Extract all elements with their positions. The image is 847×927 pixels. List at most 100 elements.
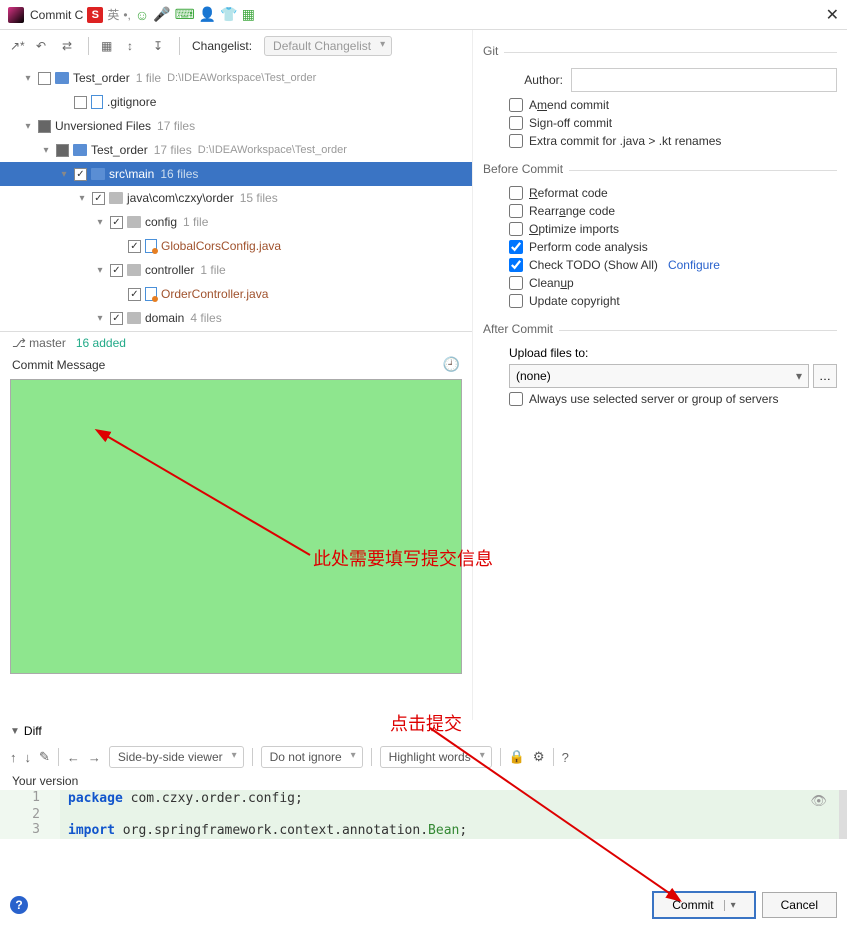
commit-button[interactable]: Commit▾: [652, 891, 755, 919]
tree-file[interactable]: .gitignore: [0, 90, 472, 114]
highlight-select[interactable]: Highlight words: [380, 746, 492, 768]
extra-kt-label: Extra commit for .java > .kt renames: [529, 134, 721, 148]
titlebar: Commit C S 英 •, ☺ 🎤 ⌨ 👤 👕 ▦ ✕: [0, 0, 847, 30]
tree-file[interactable]: GlobalCorsConfig.java: [0, 234, 472, 258]
added-count: 16 added: [76, 336, 126, 350]
refresh-icon[interactable]: ↗*: [10, 39, 24, 53]
tree-folder[interactable]: ▾domain4 files: [0, 306, 472, 330]
analysis-label: Perform code analysis: [529, 240, 648, 254]
tree-checkbox[interactable]: [38, 120, 51, 133]
analysis-checkbox[interactable]: [509, 240, 523, 254]
prev-change-icon[interactable]: ↑: [10, 750, 17, 765]
ime-toolbar: S 英 •, ☺ 🎤 ⌨ 👤 👕 ▦: [87, 6, 255, 23]
edit-icon[interactable]: ✎: [39, 749, 50, 765]
diff-toolbar: ↑ ↓ ✎ ← → Side-by-side viewer Do not ign…: [0, 742, 847, 772]
tree-item-name: GlobalCorsConfig.java: [161, 239, 281, 253]
todo-checkbox[interactable]: [509, 258, 523, 272]
history-icon[interactable]: 🕘: [443, 356, 460, 373]
folder-icon: [127, 216, 141, 228]
nav-fwd-icon[interactable]: →: [88, 750, 101, 765]
expand-icon[interactable]: ▾: [94, 313, 106, 324]
tree-folder[interactable]: ▾Unversioned Files17 files: [0, 114, 472, 138]
upload-select[interactable]: (none): [509, 364, 809, 388]
tree-file[interactable]: OrderController.java: [0, 282, 472, 306]
ime-keyboard-icon: ⌨: [175, 6, 195, 23]
configure-link[interactable]: Configure: [668, 258, 720, 272]
diff-icon[interactable]: ⇄: [62, 39, 76, 53]
signoff-label: Sign-off commit: [529, 116, 612, 130]
eye-icon[interactable]: 👁: [810, 794, 827, 809]
cleanup-checkbox[interactable]: [509, 276, 523, 290]
help-button[interactable]: ?: [10, 896, 28, 914]
rearrange-checkbox[interactable]: [509, 204, 523, 218]
ime-punct-icon: •,: [123, 8, 131, 22]
commit-message-label: Commit Message: [12, 358, 105, 372]
tree-folder[interactable]: ▾controller1 file: [0, 258, 472, 282]
changes-tree[interactable]: ▾Test_order1 fileD:\IDEAWorkspace\Test_o…: [0, 62, 472, 332]
tree-checkbox[interactable]: [128, 288, 141, 301]
folder-icon: [109, 192, 123, 204]
expand-icon[interactable]: ▾: [22, 121, 34, 132]
tree-item-name: Test_order: [73, 71, 130, 85]
expand-icon[interactable]: ▾: [58, 169, 70, 180]
expand-icon[interactable]: ▾: [22, 73, 34, 84]
file-icon: [145, 239, 157, 253]
tree-checkbox[interactable]: [110, 216, 123, 229]
tree-item-count: 1 file: [200, 263, 225, 277]
tree-checkbox[interactable]: [74, 168, 87, 181]
tree-checkbox[interactable]: [38, 72, 51, 85]
expand-icon[interactable]: ▾: [94, 265, 106, 276]
tree-folder[interactable]: ▾src\main16 files: [0, 162, 472, 186]
extra-kt-checkbox[interactable]: [509, 134, 523, 148]
commit-message-textarea[interactable]: [10, 379, 462, 674]
upload-browse-button[interactable]: …: [813, 364, 837, 388]
tree-folder[interactable]: ▾Test_order17 filesD:\IDEAWorkspace\Test…: [0, 138, 472, 162]
author-input[interactable]: [571, 68, 837, 92]
group-icon[interactable]: ▦: [101, 39, 115, 53]
tree-checkbox[interactable]: [110, 264, 123, 277]
diff-header[interactable]: ▼ Diff: [0, 720, 847, 742]
nav-back-icon[interactable]: ←: [67, 750, 80, 765]
next-change-icon[interactable]: ↓: [25, 750, 32, 765]
ignore-select[interactable]: Do not ignore: [261, 746, 363, 768]
line-number: 2: [0, 807, 60, 822]
always-server-checkbox[interactable]: [509, 392, 523, 406]
tree-checkbox[interactable]: [56, 144, 69, 157]
copyright-checkbox[interactable]: [509, 294, 523, 308]
reformat-checkbox[interactable]: [509, 186, 523, 200]
before-commit-section-label: Before Commit: [483, 162, 837, 178]
tree-checkbox[interactable]: [92, 192, 105, 205]
commit-dropdown-icon[interactable]: ▾: [724, 900, 736, 911]
changes-toolbar: ↗* ↶ ⇄ ▦ ↕ ↧ Changelist: Default Changel…: [0, 30, 472, 62]
todo-label: Check TODO (Show All): [529, 258, 658, 272]
expand-icon[interactable]: ▾: [76, 193, 88, 204]
expand-icon[interactable]: ▾: [40, 145, 52, 156]
diff-collapse-icon[interactable]: ▼: [10, 726, 20, 737]
expand-icon[interactable]: ▾: [94, 217, 106, 228]
tree-item-count: 1 file: [183, 215, 208, 229]
optimize-checkbox[interactable]: [509, 222, 523, 236]
cancel-button[interactable]: Cancel: [762, 892, 837, 918]
rollback-icon[interactable]: ↶: [36, 39, 50, 53]
your-version-label: Your version: [0, 772, 847, 790]
close-button[interactable]: ✕: [826, 5, 839, 25]
collapse-icon[interactable]: ↧: [153, 39, 167, 53]
diff-help-icon[interactable]: ?: [562, 750, 569, 765]
code-viewer[interactable]: 👁 1package com.czxy.order.config;23impor…: [0, 790, 847, 839]
tree-checkbox[interactable]: [110, 312, 123, 325]
tree-checkbox[interactable]: [128, 240, 141, 253]
commit-message-header: Commit Message 🕘: [0, 354, 472, 375]
tree-checkbox[interactable]: [74, 96, 87, 109]
tree-folder[interactable]: ▾java\com\czxy\order15 files: [0, 186, 472, 210]
signoff-checkbox[interactable]: [509, 116, 523, 130]
options-panel: Git Author: Amend commit Sign-off commit…: [473, 30, 847, 720]
amend-checkbox[interactable]: [509, 98, 523, 112]
changelist-select[interactable]: Default Changelist: [264, 36, 392, 56]
expand-icon[interactable]: ↕: [127, 39, 141, 53]
viewer-mode-select[interactable]: Side-by-side viewer: [109, 746, 244, 768]
tree-folder[interactable]: ▾Test_order1 fileD:\IDEAWorkspace\Test_o…: [0, 66, 472, 90]
lock-icon[interactable]: 🔒: [509, 749, 525, 765]
gear-icon[interactable]: ⚙: [533, 749, 545, 765]
line-number: 1: [0, 790, 60, 807]
tree-folder[interactable]: ▾config1 file: [0, 210, 472, 234]
